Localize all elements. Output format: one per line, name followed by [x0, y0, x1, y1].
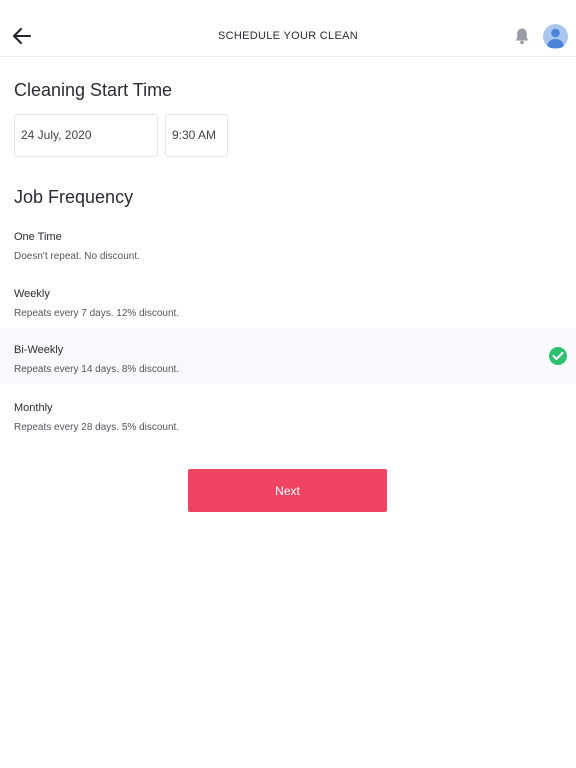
profile-avatar[interactable] — [543, 24, 568, 49]
top-app-bar: SCHEDULE YOUR CLEAN — [0, 0, 576, 57]
next-button[interactable]: Next — [188, 469, 387, 512]
frequency-option-bi-weekly[interactable]: Bi-Weekly Repeats every 14 days. 8% disc… — [0, 328, 576, 384]
job-frequency-heading: Job Frequency — [14, 187, 134, 207]
time-field[interactable]: 9:30 AM — [165, 114, 228, 157]
frequency-option-name: Bi-Weekly — [14, 344, 64, 356]
frequency-option-description: Repeats every 7 days. 12% discount. — [14, 308, 180, 319]
frequency-option-description: Repeats every 28 days. 5% discount. — [14, 422, 180, 433]
bell-icon — [515, 28, 529, 45]
frequency-option-description: Repeats every 14 days. 8% discount. — [14, 364, 180, 375]
date-field[interactable]: 24 July, 2020 — [14, 114, 158, 157]
frequency-option-description: Doesn't repeat. No discount. — [14, 251, 140, 262]
frequency-option-name: Monthly — [14, 402, 53, 414]
frequency-option-name: One Time — [14, 231, 62, 243]
check-circle-icon — [549, 347, 567, 365]
start-time-heading: Cleaning Start Time — [14, 80, 173, 100]
frequency-option-name: Weekly — [14, 288, 50, 300]
page-title: SCHEDULE YOUR CLEAN — [218, 30, 358, 42]
frequency-option-monthly[interactable]: Monthly Repeats every 28 days. 5% discou… — [0, 393, 576, 450]
notifications-button[interactable] — [513, 27, 531, 45]
frequency-option-one-time[interactable]: One Time Doesn't repeat. No discount. — [0, 222, 576, 279]
user-avatar-icon — [547, 28, 564, 48]
